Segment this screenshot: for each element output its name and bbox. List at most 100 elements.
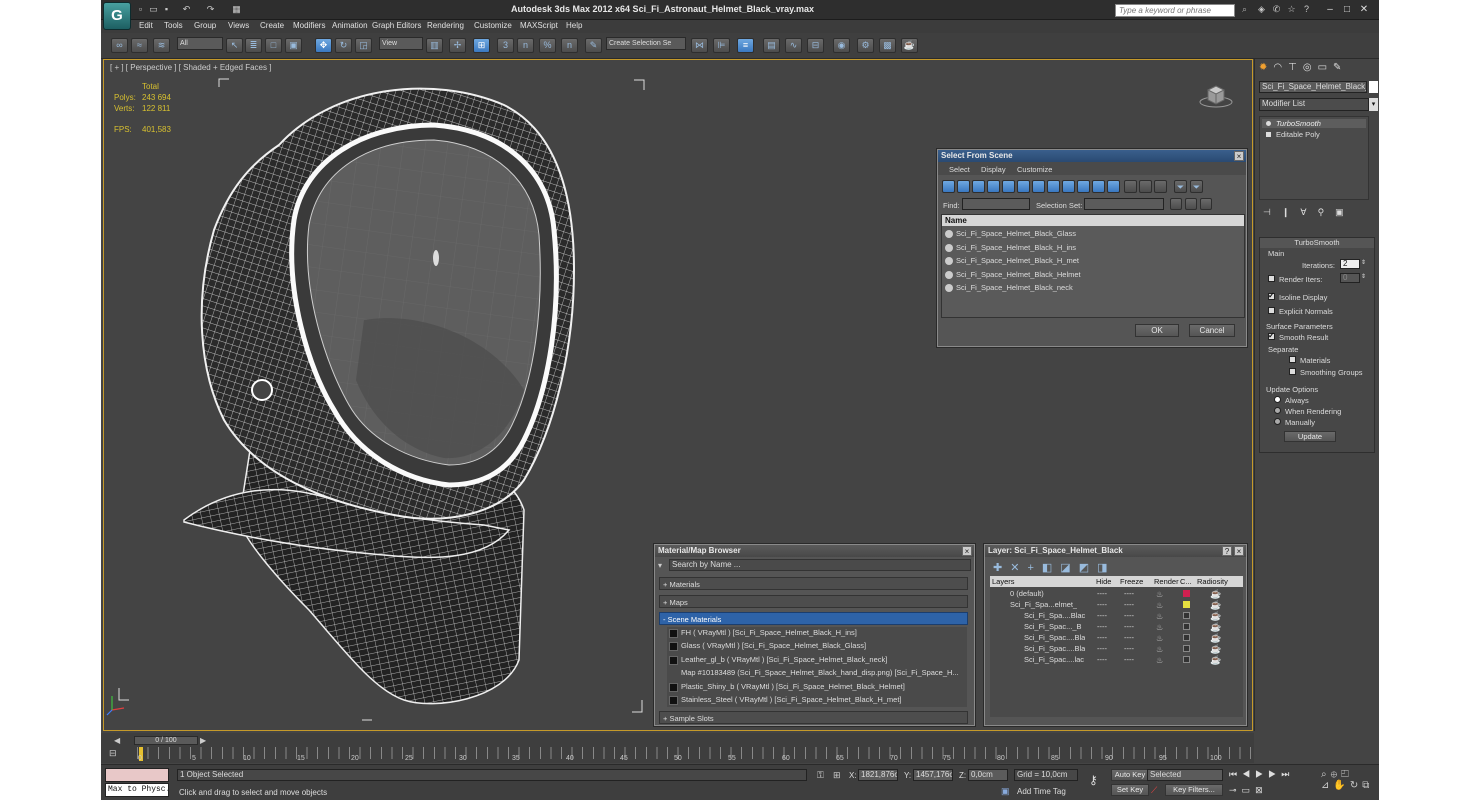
layer-manager-icon[interactable]: ≡ [737, 38, 754, 53]
x-coord-input[interactable]: 1821,876cı [858, 769, 898, 781]
go-to-end-icon[interactable]: ⏭ [1281, 769, 1294, 779]
align-icon[interactable]: ⊫ [713, 38, 730, 53]
select-move-icon[interactable]: ✥ [315, 38, 332, 53]
viewcube-icon[interactable] [1199, 80, 1233, 110]
display-spacewarps-icon[interactable] [1017, 180, 1030, 193]
app-logo-icon[interactable]: G [103, 2, 131, 30]
render-iters-spinner-icon[interactable]: ⇕ [1361, 273, 1366, 280]
modifier-list-dropdown[interactable]: Modifier List [1259, 98, 1369, 111]
show-end-result-icon[interactable]: ❙ [1282, 207, 1301, 217]
name-column-header[interactable]: Name [942, 215, 1244, 226]
named-selection-dropdown[interactable]: Create Selection Se [606, 37, 686, 50]
display-containers-icon[interactable] [1077, 180, 1090, 193]
mirror-icon[interactable]: ⋈ [691, 38, 708, 53]
freeze-toggle[interactable]: ---- [1124, 611, 1134, 620]
unlink-icon[interactable]: ≈ [131, 38, 148, 53]
freeze-toggle[interactable]: ---- [1124, 600, 1134, 609]
fov-icon[interactable]: ⊿ [1321, 780, 1333, 791]
maximize-icon[interactable]: □ [1340, 3, 1354, 16]
display-helpers-icon[interactable] [1002, 180, 1015, 193]
update-button[interactable]: Update [1284, 431, 1336, 442]
display-none-icon[interactable] [1139, 180, 1152, 193]
keyboard-shortcut-override-icon[interactable]: ⊞ [473, 38, 490, 53]
minimize-icon[interactable]: – [1323, 3, 1337, 16]
menu-help[interactable]: Help [566, 21, 582, 30]
set-key-button[interactable]: Set Key [1111, 784, 1149, 796]
current-frame-icon[interactable]: ▭ [1242, 785, 1256, 795]
menu-animation[interactable]: Animation [332, 21, 368, 30]
highlight-layer-icon[interactable]: ◪ [1060, 562, 1078, 574]
options-dropdown-icon[interactable]: ▾ [658, 561, 662, 570]
always-radio[interactable] [1274, 396, 1281, 403]
select-object-icon[interactable]: ↖ [226, 38, 243, 53]
layer-color-swatch[interactable] [1183, 645, 1190, 652]
help-icon[interactable]: ? [1301, 4, 1312, 15]
layer-color-swatch[interactable] [1183, 623, 1190, 630]
col-render[interactable]: Render [1154, 577, 1179, 586]
spinner-snap-icon[interactable]: n [561, 38, 578, 53]
favorites-icon[interactable]: ☆ [1286, 4, 1297, 15]
list-item[interactable]: Sci_Fi_Space_Helmet_Black_H_met [942, 255, 1244, 268]
display-groups-icon[interactable] [1032, 180, 1045, 193]
curve-editor-icon[interactable]: ∿ [785, 38, 802, 53]
display-all-icon[interactable] [1124, 180, 1137, 193]
pivot-center-icon[interactable]: ▥ [426, 38, 443, 53]
freeze-toggle[interactable]: ---- [1124, 655, 1134, 664]
menu-group[interactable]: Group [194, 21, 216, 30]
hide-all-icon[interactable]: ◩ [1079, 562, 1097, 574]
angle-snap-icon[interactable]: n [517, 38, 534, 53]
stack-item-turbosmooth[interactable]: TurboSmooth [1262, 119, 1366, 128]
iterations-input[interactable]: 2 [1340, 259, 1360, 269]
freeze-all-icon[interactable]: ◨ [1097, 562, 1115, 574]
display-bones-icon[interactable] [1062, 180, 1075, 193]
key-mode-dropdown[interactable]: Selected [1147, 769, 1223, 781]
maximize-viewport-icon[interactable]: ⧉ [1362, 780, 1373, 791]
select-scale-icon[interactable]: ◲ [355, 38, 372, 53]
list-item[interactable]: Leather_gl_b ( VRayMtl ) [Sci_Fi_Space_H… [667, 654, 887, 667]
render-production-icon[interactable]: ☕ [901, 38, 918, 53]
modifier-on-icon[interactable] [1266, 121, 1271, 126]
maxscript-listener-input[interactable] [105, 768, 169, 782]
delete-selection-set-icon[interactable] [1200, 198, 1212, 210]
table-row[interactable]: Sci_Fi_Spac..._B [1024, 622, 1082, 631]
configure-sets-icon[interactable]: ▣ [1335, 207, 1355, 217]
add-to-layer-icon[interactable]: + [1027, 562, 1041, 574]
menu-display[interactable]: Display [981, 165, 1006, 174]
list-item[interactable]: Sci_Fi_Space_Helmet_Black_H_ins [942, 242, 1244, 255]
layer-color-swatch[interactable] [1183, 601, 1190, 608]
menu-edit[interactable]: Edit [139, 21, 153, 30]
display-lights-icon[interactable] [972, 180, 985, 193]
select-by-name-icon[interactable]: ≣ [245, 38, 262, 53]
redo-icon[interactable]: ↷ [205, 4, 216, 15]
menu-customize[interactable]: Customize [474, 21, 512, 30]
select-objects-icon[interactable]: ◧ [1042, 562, 1060, 574]
render-setup-icon[interactable]: ⚙ [857, 38, 874, 53]
reference-coord-dropdown[interactable]: View [379, 37, 423, 50]
list-item[interactable]: Sci_Fi_Space_Helmet_Black_neck [942, 282, 1244, 295]
zoom-extents-icon[interactable]: ◰ [1341, 769, 1353, 780]
save-file-icon[interactable]: ▪ [161, 4, 172, 15]
prev-key-icon[interactable]: ◀ [1242, 769, 1255, 779]
freeze-toggle[interactable]: ---- [1124, 622, 1134, 631]
maxscript-output[interactable]: Max to Physc. [105, 783, 169, 797]
bind-spacewarp-icon[interactable]: ≋ [153, 38, 170, 53]
select-manipulate-icon[interactable]: ✢ [449, 38, 466, 53]
filter-icon[interactable]: ⏷ [1174, 180, 1187, 193]
isoline-display-checkbox[interactable] [1268, 291, 1275, 300]
col-freeze[interactable]: Freeze [1120, 577, 1143, 586]
track-bar-icon[interactable]: ⊟ [109, 748, 117, 759]
next-frame-icon[interactable]: ▶ [200, 736, 206, 745]
create-layer-icon[interactable]: ✚ [993, 562, 1010, 574]
add-time-tag[interactable]: Add Time Tag [1017, 787, 1066, 796]
hide-toggle[interactable]: ---- [1097, 644, 1107, 653]
display-tab-icon[interactable]: ▭ [1318, 62, 1333, 73]
percent-snap-icon[interactable]: % [539, 38, 556, 53]
table-row[interactable]: Sci_Fi_Spa...elmet_ [1010, 600, 1077, 609]
rect-selection-icon[interactable]: □ [265, 38, 282, 53]
radiosity-teapot-icon[interactable]: ☕ ☕ ☕ ☕ ☕ ☕ ☕ [1210, 589, 1221, 666]
table-row[interactable]: Sci_Fi_Spa....Blac [1024, 611, 1085, 620]
display-hidden-icon[interactable] [1107, 180, 1120, 193]
object-name-input[interactable]: Sci_Fi_Space_Helmet_Black_h [1259, 81, 1367, 93]
find-input[interactable] [962, 198, 1030, 210]
list-item[interactable]: Stainless_Steel ( VRayMtl ) [Sci_Fi_Spac… [667, 694, 902, 707]
